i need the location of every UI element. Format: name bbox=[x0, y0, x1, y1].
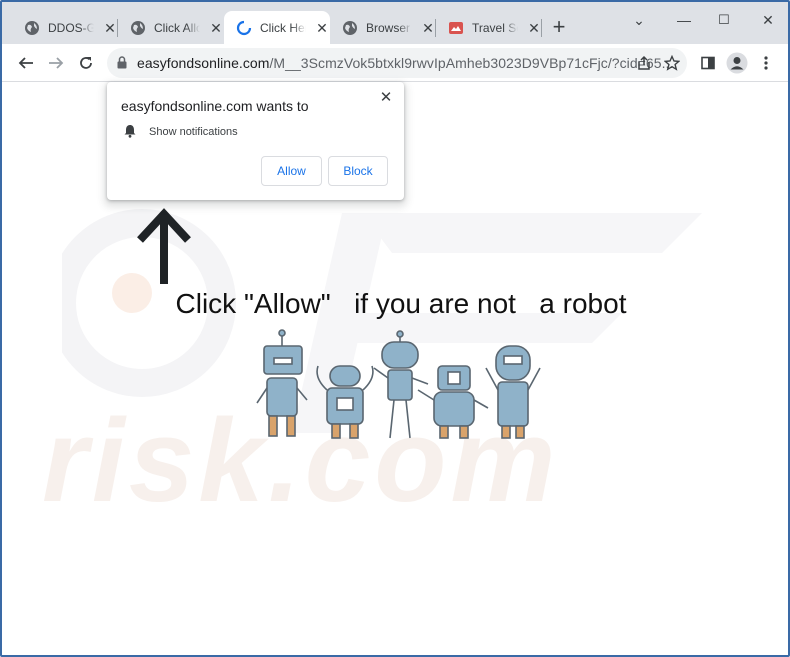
notification-permission-popup: easyfondsonline.com wants to ✕ Show noti… bbox=[107, 82, 404, 200]
tab-click-here[interactable]: Click Here ✕ bbox=[224, 11, 330, 44]
avatar-icon bbox=[726, 52, 748, 74]
close-icon[interactable]: ✕ bbox=[526, 20, 542, 36]
permission-label: Show notifications bbox=[149, 126, 238, 138]
popup-title: easyfondsonline.com wants to bbox=[121, 98, 309, 114]
back-arrow-icon bbox=[18, 57, 33, 69]
chevron-down-icon[interactable]: ⌄ bbox=[629, 10, 649, 30]
tab-separator bbox=[541, 19, 542, 37]
close-icon[interactable]: ✕ bbox=[378, 88, 394, 106]
tab-title: Click Allow bbox=[154, 20, 200, 35]
loading-icon bbox=[236, 20, 252, 36]
browser-window: DDOS-GUARD ✕ Click Allow ✕ Click Here ✕ … bbox=[0, 0, 790, 657]
url-path: /M__3ScmzVok5btxkl9rwvIpAmheb3023D9VBp71… bbox=[269, 55, 674, 71]
globe-icon bbox=[24, 20, 40, 36]
forward-arrow-icon bbox=[49, 57, 64, 69]
new-tab-button[interactable]: + bbox=[547, 16, 571, 40]
address-bar[interactable]: easyfondsonline.com/M__3ScmzVok5btxkl9rw… bbox=[107, 48, 687, 78]
tab-title: DDOS-GUARD bbox=[48, 20, 94, 35]
tab-title: Browser update bbox=[366, 20, 412, 35]
tab-travel-secrets[interactable]: Travel Secrets ✕ bbox=[436, 11, 542, 44]
close-window-icon[interactable]: ✕ bbox=[758, 10, 778, 30]
reload-icon bbox=[80, 57, 92, 69]
back-button[interactable] bbox=[14, 51, 38, 75]
maximize-icon[interactable]: ☐ bbox=[714, 10, 734, 30]
toolbar: easyfondsonline.com/M__3ScmzVok5btxkl9rw… bbox=[2, 44, 788, 82]
close-icon[interactable]: ✕ bbox=[420, 20, 436, 36]
side-panel-icon bbox=[701, 56, 715, 70]
share-icon[interactable] bbox=[635, 54, 653, 72]
travel-icon bbox=[448, 20, 464, 36]
url-text: easyfondsonline.com/M__3ScmzVok5btxkl9rw… bbox=[137, 55, 673, 71]
globe-icon bbox=[342, 20, 358, 36]
page-headline: Click "Allow" if you are not a robot bbox=[175, 288, 627, 319]
close-icon[interactable]: ✕ bbox=[208, 20, 224, 36]
kebab-menu-icon bbox=[764, 56, 768, 70]
tab-strip: DDOS-GUARD ✕ Click Allow ✕ Click Here ✕ … bbox=[2, 2, 788, 44]
star-icon[interactable] bbox=[663, 54, 681, 72]
block-button[interactable]: Block bbox=[328, 156, 388, 186]
tab-ddos-guard[interactable]: DDOS-GUARD ✕ bbox=[12, 11, 118, 44]
allow-button[interactable]: Allow bbox=[261, 156, 322, 186]
tab-title: Click Here bbox=[260, 20, 306, 35]
globe-icon bbox=[130, 20, 146, 36]
tab-click-allow[interactable]: Click Allow ✕ bbox=[118, 11, 224, 44]
up-arrow-icon bbox=[137, 208, 191, 284]
close-icon[interactable]: ✕ bbox=[314, 20, 330, 36]
url-domain: easyfondsonline.com bbox=[137, 55, 270, 71]
tab-title: Travel Secrets bbox=[472, 20, 518, 35]
menu-button[interactable] bbox=[754, 51, 778, 75]
profile-button[interactable] bbox=[725, 51, 749, 75]
forward-button[interactable] bbox=[44, 51, 68, 75]
side-panel-button[interactable] bbox=[696, 51, 720, 75]
close-icon[interactable]: ✕ bbox=[102, 20, 118, 36]
lock-icon[interactable] bbox=[117, 56, 127, 74]
bell-icon bbox=[123, 124, 137, 143]
tab-browser-update[interactable]: Browser update ✕ bbox=[330, 11, 436, 44]
minimize-icon[interactable]: — bbox=[674, 10, 694, 30]
reload-button[interactable] bbox=[74, 51, 98, 75]
robots-illustration bbox=[256, 329, 541, 439]
